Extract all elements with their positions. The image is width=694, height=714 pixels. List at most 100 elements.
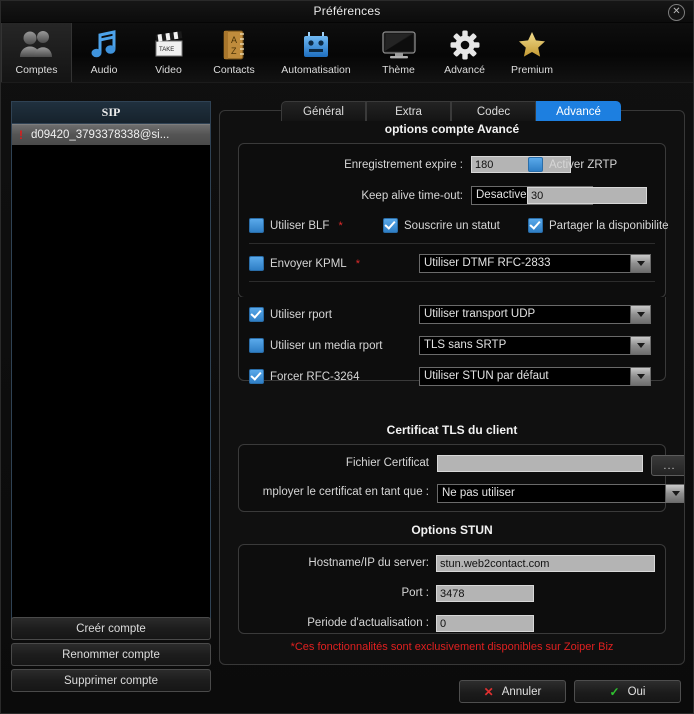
stun-hostname-label: Hostname/IP du server: [249, 557, 429, 569]
tls-group: Fichier Certificat ... mployer le certif… [238, 444, 666, 512]
rename-account-button[interactable]: Renommer compte [11, 643, 211, 666]
cross-icon: ✕ [484, 685, 494, 699]
gear-icon [450, 25, 480, 65]
stun-refresh-input[interactable] [436, 615, 534, 632]
chevron-down-icon [665, 485, 685, 502]
send-kpml-checkbox[interactable]: Envoyer KPML * [249, 256, 360, 271]
svg-text:A: A [231, 35, 237, 45]
toolbar-item-automatisation[interactable]: Automatisation [267, 23, 365, 82]
advanced-section-title: options compte Avancé [220, 122, 684, 136]
tab-general[interactable]: Général [281, 101, 366, 121]
svg-text:Z: Z [231, 46, 237, 56]
toolbar-label: Thème [382, 65, 415, 76]
use-blf-checkbox[interactable]: Utiliser BLF * [249, 218, 343, 233]
cert-file-input[interactable] [437, 455, 643, 472]
toolbar-item-video[interactable]: TAKE Video [136, 23, 201, 82]
create-account-button[interactable]: Creér compte [11, 617, 211, 640]
stun-port-input[interactable] [436, 585, 534, 602]
checkbox-box [249, 256, 264, 271]
checkbox-box [383, 218, 398, 233]
cancel-button[interactable]: ✕ Annuler [459, 680, 566, 703]
use-cert-as-label: mployer le certificat en tant que : [219, 486, 429, 498]
checkbox-box [249, 218, 264, 233]
enable-zrtp-label: Activer ZRTP [549, 159, 617, 171]
use-media-rport-checkbox[interactable]: Utiliser un media rport [249, 338, 382, 353]
required-asterisk: * [356, 258, 360, 270]
transport-select[interactable]: Utiliser transport UDP [419, 305, 651, 324]
checkbox-box [528, 218, 543, 233]
settings-tabs: Général Extra Codec Advancé [281, 101, 621, 121]
preferences-window: Préférences ✕ Comptes [0, 0, 694, 714]
force-rfc3264-checkbox[interactable]: Forcer RFC-3264 [249, 369, 359, 384]
stun-hostname-input[interactable] [436, 555, 655, 572]
use-cert-as-select[interactable]: Ne pas utiliser [437, 484, 685, 503]
dtmf-select[interactable]: Utiliser DTMF RFC-2833 [419, 254, 651, 273]
accounts-sidebar: SIP ! d09420_3793378338@si... Creér comp… [11, 101, 211, 703]
enable-zrtp-checkbox[interactable]: Activer ZRTP [528, 157, 617, 172]
subscribe-presence-checkbox[interactable]: Souscrire un statut [383, 218, 500, 233]
use-media-rport-label: Utiliser un media rport [270, 340, 382, 352]
stun-mode-select[interactable]: Utiliser STUN par défaut [419, 367, 651, 386]
cert-file-label: Fichier Certificat [279, 457, 429, 469]
browse-cert-button[interactable]: ... [651, 455, 685, 476]
tab-extra[interactable]: Extra [366, 101, 451, 121]
check-icon: ✓ [610, 685, 620, 699]
srtp-select[interactable]: TLS sans SRTP [419, 336, 651, 355]
chevron-down-icon [630, 337, 650, 354]
title-bar: Préférences ✕ [1, 1, 693, 23]
stun-refresh-label: Periode d'actualisation : [249, 617, 429, 629]
clapperboard-icon: TAKE [153, 25, 185, 65]
toolbar-item-contacts[interactable]: A Z Contacts [201, 23, 267, 82]
tls-section-title: Certificat TLS du client [220, 423, 684, 437]
stun-mode-value: Utiliser STUN par défaut [424, 370, 549, 382]
divider [249, 243, 655, 244]
transport-value: Utiliser transport UDP [424, 308, 535, 320]
monitor-icon [381, 25, 417, 65]
tab-advance[interactable]: Advancé [536, 101, 621, 121]
toolbar-item-audio[interactable]: Audio [72, 23, 136, 82]
keep-alive-label: Keep alive time-out: [253, 190, 471, 202]
keep-alive-value: Desactiver [476, 189, 530, 201]
dtmf-value: Utiliser DTMF RFC-2833 [424, 257, 551, 269]
toolbar-label: Premium [511, 65, 553, 76]
main-toolbar: Comptes Audio [1, 23, 693, 83]
toolbar-item-comptes[interactable]: Comptes [1, 23, 72, 82]
account-name: d09420_3793378338@si... [31, 129, 169, 141]
warning-icon: ! [16, 128, 26, 142]
toolbar-label: Contacts [213, 65, 254, 76]
list-item[interactable]: ! d09420_3793378338@si... [12, 124, 210, 145]
use-rport-label: Utiliser rport [270, 309, 332, 321]
toolbar-item-advance[interactable]: Advancé [432, 23, 497, 82]
toolbar-label: Video [155, 65, 182, 76]
send-kpml-label: Envoyer KPML [270, 258, 347, 270]
advanced-options-group: Enregistrement expire : Activer ZRTP Kee… [238, 143, 666, 298]
toolbar-item-premium[interactable]: Premium [497, 23, 567, 82]
divider [249, 281, 655, 282]
use-cert-as-value: Ne pas utiliser [442, 487, 515, 499]
transport-options-group: Utiliser rport Utiliser transport UDP Ut… [238, 297, 666, 381]
share-presence-checkbox[interactable]: Partager la disponibilite [528, 218, 669, 233]
stun-port-label: Port : [249, 587, 429, 599]
checkbox-box [249, 369, 264, 384]
svg-text:TAKE: TAKE [159, 47, 174, 53]
ok-button[interactable]: ✓ Oui [574, 680, 681, 703]
chevron-down-icon [630, 368, 650, 385]
advanced-panel: options compte Avancé Enregistrement exp… [219, 110, 685, 665]
delete-account-button[interactable]: Supprimer compte [11, 669, 211, 692]
toolbar-item-theme[interactable]: Thème [365, 23, 432, 82]
robot-icon [299, 25, 333, 65]
ok-label: Oui [628, 686, 646, 698]
chevron-down-icon [630, 255, 650, 272]
use-rport-checkbox[interactable]: Utiliser rport [249, 307, 332, 322]
share-presence-label: Partager la disponibilite [549, 220, 669, 232]
tab-codec[interactable]: Codec [451, 101, 536, 121]
use-blf-label: Utiliser BLF [270, 220, 329, 232]
close-icon[interactable]: ✕ [668, 4, 685, 21]
dialog-footer: ✕ Annuler ✓ Oui [459, 680, 681, 703]
keep-alive-seconds-input[interactable] [527, 187, 647, 204]
stun-section-title: Options STUN [220, 523, 684, 537]
subscribe-presence-label: Souscrire un statut [404, 220, 500, 232]
settings-main: Général Extra Codec Advancé options comp… [219, 82, 685, 665]
window-title: Préférences [1, 4, 693, 18]
toolbar-label: Advancé [444, 65, 485, 76]
